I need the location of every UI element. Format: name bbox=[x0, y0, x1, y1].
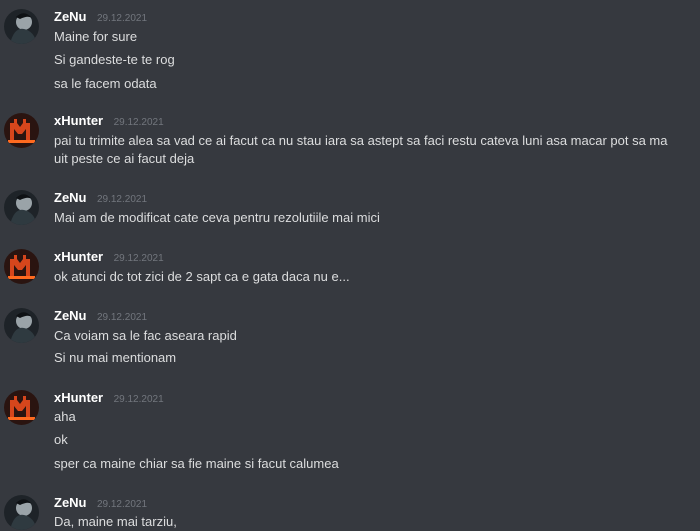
username[interactable]: ZeNu bbox=[54, 190, 87, 205]
timestamp: 29.12.2021 bbox=[96, 194, 148, 205]
timestamp: 29.12.2021 bbox=[113, 394, 164, 405]
message-text: ok bbox=[54, 432, 68, 447]
username[interactable]: ZeNu bbox=[54, 9, 87, 24]
message-text: sa le facem odata bbox=[54, 76, 157, 91]
dark-portrait-avatar-icon[interactable] bbox=[4, 495, 39, 530]
username[interactable]: ZeNu bbox=[54, 495, 87, 510]
timestamp: 29.12.2021 bbox=[113, 253, 164, 264]
timestamp: 29.12.2021 bbox=[96, 13, 148, 24]
username[interactable]: xHunter bbox=[54, 249, 103, 264]
message-text: Ca voiam sa le fac aseara rapid bbox=[54, 328, 237, 343]
message-text: Da, maine mai tarziu, bbox=[54, 514, 177, 529]
dark-portrait-avatar-icon[interactable] bbox=[4, 190, 39, 225]
dark-portrait-avatar-icon[interactable] bbox=[4, 9, 39, 44]
message-text: Si nu mai mentionam bbox=[54, 350, 177, 365]
red-m-logo-avatar-icon[interactable] bbox=[4, 249, 39, 284]
message-text: sper ca maine chiar sa fie maine si facu… bbox=[54, 456, 339, 471]
message-text: pai tu trimite alea sa vad ce ai facut c… bbox=[54, 133, 668, 166]
timestamp: 29.12.2021 bbox=[96, 499, 148, 510]
timestamp: 29.12.2021 bbox=[96, 312, 148, 323]
red-m-logo-avatar-icon[interactable] bbox=[4, 113, 39, 148]
red-m-logo-avatar-icon[interactable] bbox=[4, 390, 39, 425]
username[interactable]: xHunter bbox=[54, 390, 103, 405]
message-text: Si gandeste-te te rog bbox=[54, 52, 175, 67]
dark-portrait-avatar-icon[interactable] bbox=[4, 308, 39, 343]
username[interactable]: xHunter bbox=[54, 113, 103, 128]
message-text: Maine for sure bbox=[54, 29, 138, 44]
timestamp: 29.12.2021 bbox=[113, 117, 164, 128]
chat-message-list: ZeNu 29.12.2021 Maine for sure Si gandes… bbox=[0, 0, 700, 531]
message-text: Mai am de modificat cate ceva pentru rez… bbox=[54, 210, 380, 225]
username[interactable]: ZeNu bbox=[54, 308, 87, 323]
message-text: aha bbox=[54, 409, 76, 424]
message-text: ok atunci dc tot zici de 2 sapt ca e gat… bbox=[54, 269, 350, 284]
